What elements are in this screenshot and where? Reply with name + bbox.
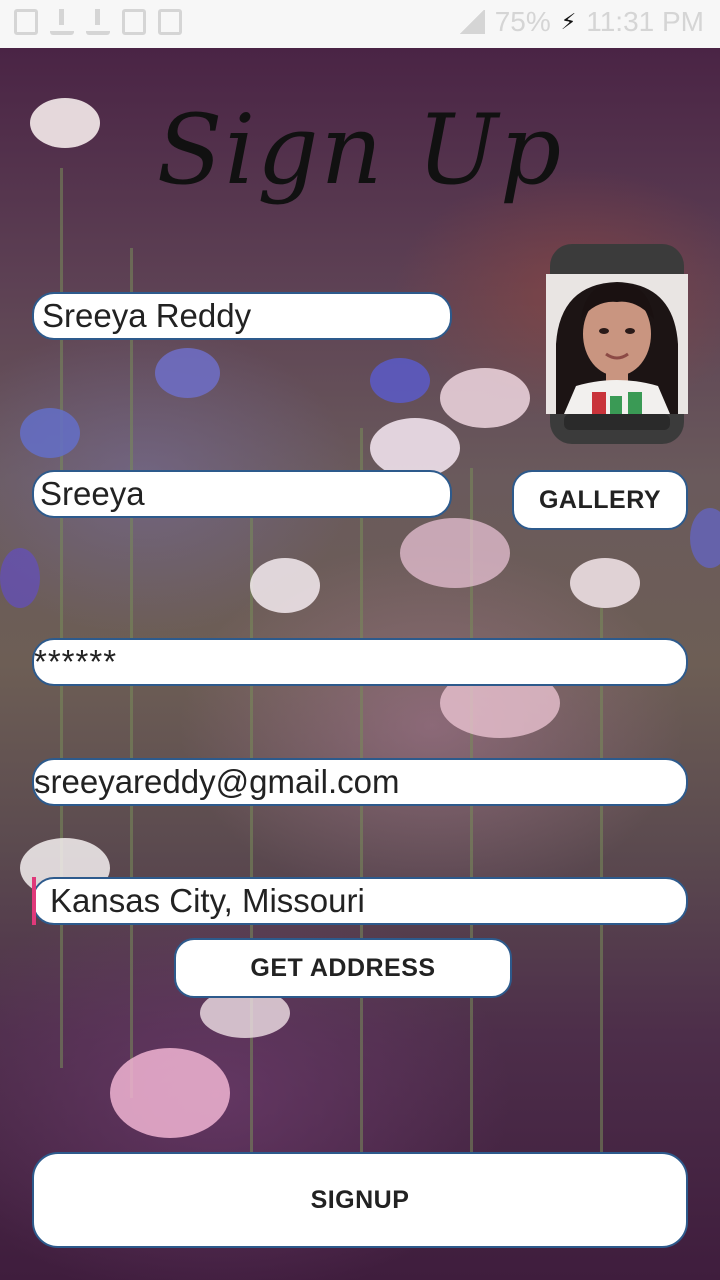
flower bbox=[250, 558, 320, 613]
flower bbox=[440, 368, 530, 428]
flower-stem bbox=[360, 428, 363, 1188]
username-input[interactable]: Sreeya bbox=[32, 470, 452, 518]
flower bbox=[30, 98, 100, 148]
avatar[interactable] bbox=[546, 244, 688, 444]
charging-icon: ⚡ bbox=[560, 9, 577, 34]
flower bbox=[400, 518, 510, 588]
notification-icons bbox=[14, 9, 182, 35]
signal-icon bbox=[458, 10, 485, 34]
flower bbox=[110, 1048, 230, 1138]
download-icon bbox=[50, 9, 74, 35]
flower bbox=[370, 418, 460, 478]
email-input[interactable]: sreeyareddy@gmail.com bbox=[32, 758, 688, 806]
page-title: Sign Up bbox=[156, 94, 564, 206]
battery-percent: 75% bbox=[494, 6, 551, 37]
get-address-button[interactable]: GET ADDRESS bbox=[174, 938, 512, 998]
image-icon bbox=[122, 9, 146, 35]
system-icons: 75% ⚡ 11:31 PM bbox=[458, 6, 704, 38]
signup-button[interactable]: SIGNUP bbox=[32, 1152, 688, 1248]
status-time: 11:31 PM bbox=[586, 6, 704, 37]
address-input[interactable]: Kansas City, Missouri bbox=[32, 877, 688, 925]
name-input[interactable]: Sreeya Reddy bbox=[32, 292, 452, 340]
flower bbox=[690, 508, 720, 568]
password-input[interactable]: ****** bbox=[32, 638, 688, 686]
status-bar: 75% ⚡ 11:31 PM bbox=[0, 0, 720, 48]
profile-photo bbox=[546, 274, 688, 414]
profile-photo-image bbox=[546, 274, 688, 414]
gallery-button[interactable]: GALLERY bbox=[512, 470, 688, 530]
flower bbox=[0, 548, 40, 608]
flower bbox=[570, 558, 640, 608]
flower bbox=[370, 358, 430, 403]
text-cursor bbox=[32, 877, 36, 925]
flower bbox=[155, 348, 220, 398]
download-icon bbox=[86, 9, 110, 35]
flower bbox=[20, 408, 80, 458]
file-off-icon bbox=[158, 9, 182, 35]
gallery-icon bbox=[14, 9, 38, 35]
